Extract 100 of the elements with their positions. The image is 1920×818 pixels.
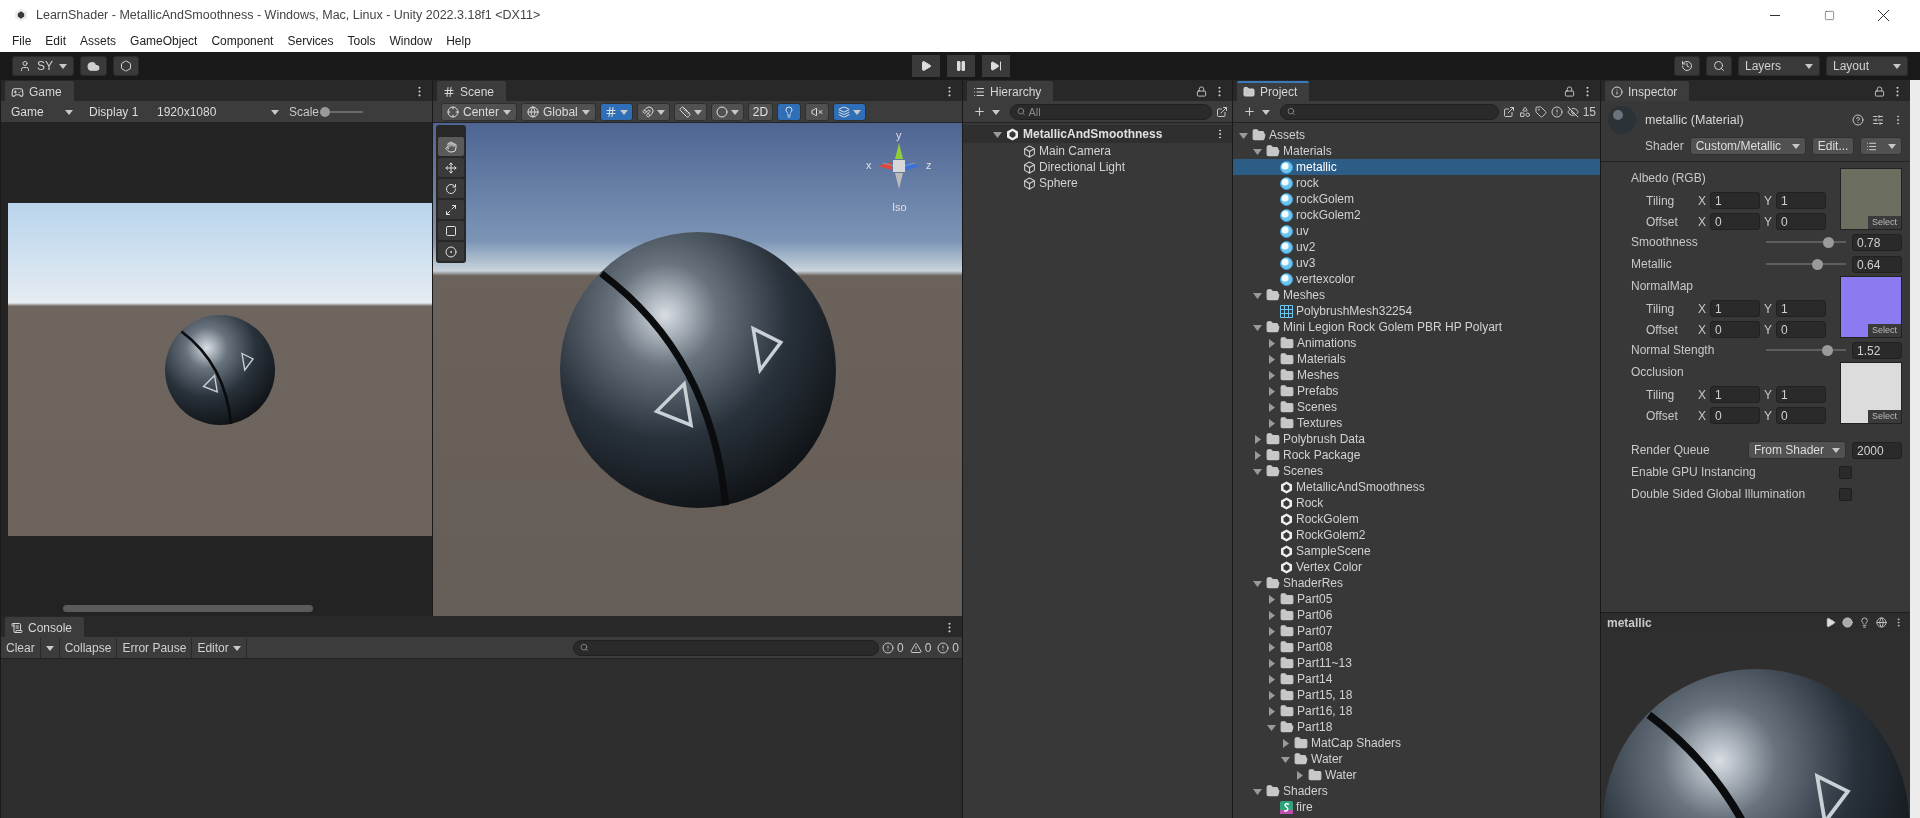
- info-count-toggle[interactable]: 0: [878, 637, 907, 658]
- expanded-arrow-icon[interactable]: [1266, 722, 1276, 732]
- project-item[interactable]: rockGolem: [1233, 191, 1600, 207]
- collapsed-arrow-icon[interactable]: [1266, 658, 1276, 668]
- project-item[interactable]: Part06: [1233, 607, 1600, 623]
- select-button[interactable]: Select: [1868, 410, 1901, 423]
- expanded-arrow-icon[interactable]: [1252, 290, 1262, 300]
- number-field[interactable]: 0.78: [1852, 233, 1902, 251]
- collapsed-arrow-icon[interactable]: [1266, 386, 1276, 396]
- project-item[interactable]: Assets: [1233, 127, 1600, 143]
- number-field[interactable]: 1.52: [1852, 341, 1902, 359]
- clear-button[interactable]: Clear: [1, 637, 41, 658]
- project-item[interactable]: MatCap Shaders: [1233, 735, 1600, 751]
- display-dropdown[interactable]: Display 1: [83, 102, 147, 121]
- project-item[interactable]: Meshes: [1233, 367, 1600, 383]
- project-item[interactable]: uv2: [1233, 239, 1600, 255]
- project-item[interactable]: Scenes: [1233, 399, 1600, 415]
- project-item[interactable]: vertexcolor: [1233, 271, 1600, 287]
- number-field[interactable]: 2000: [1852, 441, 1902, 459]
- number-field[interactable]: 1: [1710, 300, 1760, 317]
- shading-mode-button[interactable]: [710, 102, 744, 121]
- project-item[interactable]: Animations: [1233, 335, 1600, 351]
- toggle-button[interactable]: Error Pause: [117, 637, 193, 658]
- project-item[interactable]: Part18: [1233, 719, 1600, 735]
- play-icon[interactable]: [1825, 617, 1836, 628]
- toggle-button[interactable]: Collapse: [59, 637, 118, 658]
- expanded-arrow-icon[interactable]: [1238, 130, 1248, 140]
- warning-count-toggle[interactable]: 0: [906, 637, 935, 658]
- audio-toggle[interactable]: [805, 102, 830, 121]
- number-field[interactable]: 0: [1776, 407, 1827, 424]
- project-item[interactable]: RockGolem2: [1233, 527, 1600, 543]
- increment-toggle[interactable]: [673, 102, 707, 121]
- resolution-dropdown[interactable]: 1920x1080: [151, 102, 285, 121]
- collapsed-arrow-icon[interactable]: [1266, 354, 1276, 364]
- console-search-field[interactable]: [572, 639, 879, 656]
- project-search-field[interactable]: [1280, 103, 1499, 120]
- number-field[interactable]: 1: [1776, 386, 1827, 403]
- collapsed-arrow-icon[interactable]: [1280, 738, 1290, 748]
- expanded-arrow-icon[interactable]: [1252, 786, 1262, 796]
- project-item[interactable]: rock: [1233, 175, 1600, 191]
- project-item[interactable]: Water: [1233, 767, 1600, 783]
- grid-toggle[interactable]: [599, 102, 633, 121]
- number-field[interactable]: 0.64: [1852, 255, 1902, 273]
- pause-button[interactable]: [946, 55, 975, 77]
- menu-item[interactable]: Services: [281, 32, 340, 50]
- menu-item[interactable]: Window: [383, 32, 439, 50]
- number-field[interactable]: 1: [1776, 192, 1827, 209]
- panel-tab[interactable]: Scene: [437, 81, 507, 101]
- lock-icon[interactable]: [1874, 85, 1885, 97]
- 2d-toggle[interactable]: 2D: [747, 102, 774, 121]
- number-field[interactable]: 0: [1710, 407, 1760, 424]
- horizontal-scrollbar[interactable]: [63, 605, 313, 612]
- project-item[interactable]: Materials: [1233, 143, 1600, 159]
- hierarchy-item[interactable]: Sphere: [963, 175, 1232, 191]
- checkbox[interactable]: [1839, 465, 1852, 479]
- project-item[interactable]: Part05: [1233, 591, 1600, 607]
- rotate-tool[interactable]: [438, 179, 464, 198]
- edit-shader-button[interactable]: Edit...: [1811, 137, 1855, 155]
- project-item[interactable]: Polybrush Data: [1233, 431, 1600, 447]
- alert-icon[interactable]: [1550, 105, 1563, 118]
- expanded-arrow-icon[interactable]: [1252, 322, 1262, 332]
- collapsed-arrow-icon[interactable]: [1266, 706, 1276, 716]
- popout-icon[interactable]: [1216, 105, 1228, 118]
- checkbox[interactable]: [1839, 487, 1852, 501]
- menu-item[interactable]: File: [6, 32, 38, 50]
- project-item[interactable]: SampleScene: [1233, 543, 1600, 559]
- project-item[interactable]: Meshes: [1233, 287, 1600, 303]
- tag-icon[interactable]: [1534, 105, 1547, 118]
- help-icon[interactable]: [1852, 114, 1864, 126]
- rect-tool[interactable]: [438, 221, 464, 240]
- project-item[interactable]: Prefabs: [1233, 383, 1600, 399]
- number-field[interactable]: 0: [1776, 321, 1827, 338]
- list-options-button[interactable]: [1860, 137, 1903, 155]
- sphere-icon[interactable]: [1842, 617, 1853, 628]
- hierarchy-item[interactable]: Directional Light: [963, 159, 1232, 175]
- project-item[interactable]: Rock: [1233, 495, 1600, 511]
- globe-icon[interactable]: [1876, 617, 1887, 628]
- presets-icon[interactable]: [1872, 114, 1884, 126]
- menu-item[interactable]: Tools: [341, 32, 382, 50]
- menu-item[interactable]: Help: [440, 32, 477, 50]
- texture-thumbnail[interactable]: Select: [1840, 362, 1902, 424]
- number-field[interactable]: 1: [1710, 386, 1760, 403]
- error-count-toggle[interactable]: 0: [934, 637, 962, 658]
- collapsed-arrow-icon[interactable]: [1294, 770, 1304, 780]
- project-item[interactable]: ShaderRes: [1233, 575, 1600, 591]
- hierarchy-item[interactable]: Main Camera: [963, 143, 1232, 159]
- menu-item[interactable]: Assets: [74, 32, 123, 50]
- light-icon[interactable]: [1859, 617, 1870, 628]
- popout-icon[interactable]: [1502, 105, 1515, 118]
- number-field[interactable]: 0: [1710, 321, 1760, 338]
- hand-tool[interactable]: [438, 137, 464, 156]
- project-item[interactable]: Textures: [1233, 415, 1600, 431]
- number-field[interactable]: 1: [1776, 300, 1827, 317]
- project-item[interactable]: fire: [1233, 799, 1600, 815]
- lock-icon[interactable]: [1196, 85, 1207, 97]
- project-item[interactable]: Part11~13: [1233, 655, 1600, 671]
- collapsed-arrow-icon[interactable]: [1266, 690, 1276, 700]
- collapsed-arrow-icon[interactable]: [1266, 594, 1276, 604]
- project-item[interactable]: Rock Package: [1233, 447, 1600, 463]
- project-item[interactable]: MetallicAndSmoothness: [1233, 479, 1600, 495]
